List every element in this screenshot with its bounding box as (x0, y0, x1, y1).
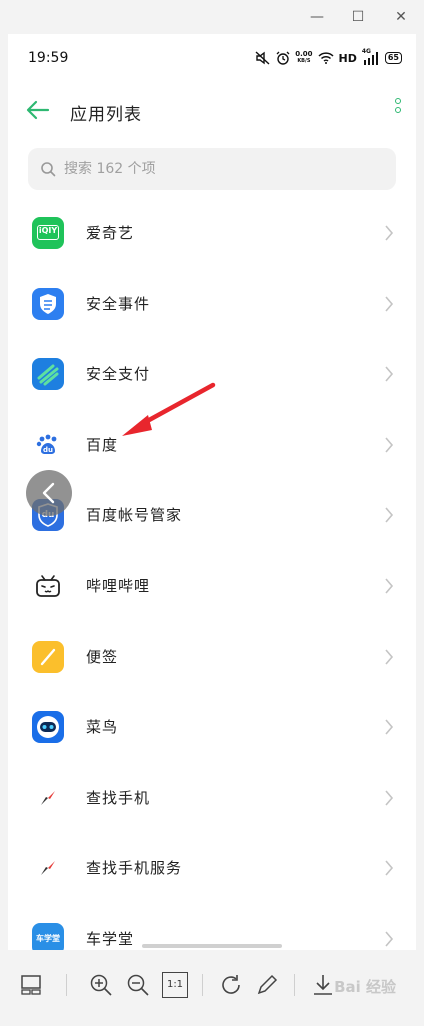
chevron-right-icon (385, 719, 394, 735)
chevron-right-icon (385, 790, 394, 806)
zoom-in-icon[interactable] (88, 972, 114, 998)
phone-screen: 19:59 0.00 KB/S HD 4G 65 应用列表 搜索 162 个项 … (8, 34, 416, 950)
chevron-right-icon (385, 860, 394, 876)
chevron-right-icon (385, 437, 394, 453)
window-titlebar: — ☐ ✕ (0, 0, 424, 34)
search-input[interactable] (64, 148, 364, 190)
list-item[interactable]: 查找手机 (8, 763, 416, 834)
chevron-right-icon (385, 578, 394, 594)
search-bar[interactable] (28, 148, 396, 190)
search-icon (41, 162, 56, 177)
bilibili-icon (32, 570, 64, 602)
secure-payment-icon (32, 358, 64, 391)
app-label: 爱奇艺 (86, 224, 135, 242)
app-label: 查找手机 (86, 788, 151, 807)
status-bar: 19:59 0.00 KB/S HD 4G 65 (8, 34, 416, 82)
app-label: 百度 (86, 435, 119, 454)
alarm-icon (276, 51, 290, 65)
chevron-right-icon (385, 649, 394, 665)
arrow-left-icon[interactable] (24, 96, 52, 124)
security-event-icon (32, 287, 64, 320)
minimize-button[interactable]: — (306, 6, 328, 28)
more-vertical-icon[interactable] (392, 98, 404, 122)
app-list: iQIY 爱奇艺 安全事件 安全支付 du 百度 百度帐号管家 哔哩哔哩 便签 … (8, 198, 416, 950)
list-item[interactable]: 菜鸟 (8, 692, 416, 763)
toolbar-separator (66, 974, 67, 996)
iqiyi-icon: iQIY (32, 217, 64, 249)
layout-icon[interactable] (18, 972, 44, 998)
zoom-reset-button[interactable]: 1:1 (162, 972, 188, 998)
viewer-toolbar: 1:1 Bai 经验 (0, 950, 424, 1026)
cainiao-icon (32, 711, 64, 744)
chexuetang-icon: 车学堂 (32, 922, 64, 950)
app-label: 便签 (86, 647, 119, 666)
floating-back-button[interactable] (26, 470, 72, 516)
app-label: 查找手机服务 (86, 859, 183, 878)
chevron-left-icon (42, 482, 55, 504)
net-speed: 0.00 KB/S (295, 50, 313, 65)
chevron-right-icon (385, 507, 394, 523)
list-item[interactable]: iQIY 爱奇艺 (8, 198, 416, 269)
app-label: 百度帐号管家 (86, 506, 183, 525)
hd-label: HD (338, 51, 357, 65)
signal-icon: 4G (362, 48, 380, 65)
app-label: 安全支付 (86, 365, 151, 384)
app-header: 应用列表 (8, 86, 416, 134)
close-button[interactable]: ✕ (390, 6, 412, 28)
toolbar-separator (294, 974, 295, 996)
mute-icon (255, 51, 270, 65)
app-label: 安全事件 (86, 294, 151, 313)
download-icon[interactable] (310, 972, 336, 998)
maximize-button[interactable]: ☐ (347, 6, 369, 28)
list-item[interactable]: 哔哩哔哩 (8, 551, 416, 622)
battery-icon: 65 (384, 52, 402, 64)
watermark: Bai 经验 (334, 978, 396, 996)
list-item[interactable]: 安全支付 (8, 339, 416, 410)
baidu-icon: du (32, 429, 64, 461)
home-indicator[interactable] (142, 944, 282, 948)
rotate-icon[interactable] (218, 972, 244, 998)
list-item[interactable]: 安全事件 (8, 269, 416, 340)
status-time: 19:59 (28, 50, 69, 66)
zoom-out-icon[interactable] (125, 972, 151, 998)
list-item[interactable]: 便签 (8, 622, 416, 693)
toolbar-separator (202, 974, 203, 996)
edit-pencil-icon[interactable] (254, 972, 280, 998)
notes-icon (32, 640, 64, 673)
list-item[interactable]: 查找手机服务 (8, 833, 416, 904)
app-label: 车学堂 (86, 929, 135, 948)
app-label: 菜鸟 (86, 718, 119, 737)
find-phone-icon (32, 782, 64, 814)
status-icons: 0.00 KB/S HD 4G 65 (255, 48, 402, 67)
chevron-right-icon (385, 366, 394, 382)
find-phone-service-icon (32, 852, 64, 884)
wifi-icon (317, 52, 334, 64)
chevron-right-icon (385, 296, 394, 312)
page-title: 应用列表 (70, 105, 142, 125)
chevron-right-icon (385, 225, 394, 241)
chevron-right-icon (385, 931, 394, 947)
app-label: 哔哩哔哩 (86, 576, 151, 595)
